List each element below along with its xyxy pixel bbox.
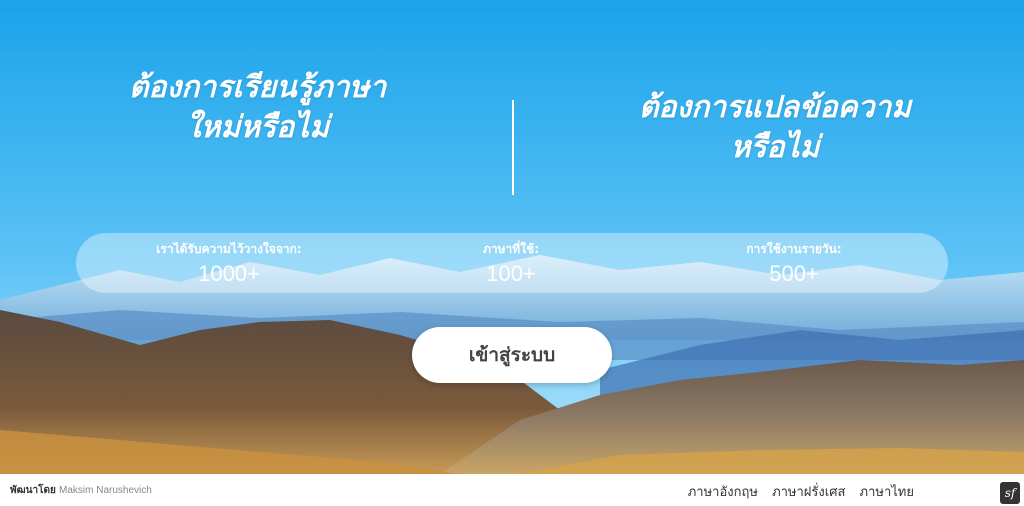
stat-languages: ภาษาที่ใช้: 100+ (366, 233, 656, 287)
language-link-french[interactable]: ภาษาฝรั่งเศส (772, 485, 845, 500)
stat-value: 500+ (769, 261, 819, 286)
language-link-english[interactable]: ภาษาอังกฤษ (688, 485, 758, 500)
language-switcher: ภาษาอังกฤษ ภาษาฝรั่งเศส ภาษาไทย (678, 481, 914, 502)
stat-label: เราได้รับความไว้วางใจจาก: (156, 242, 302, 256)
credit-prefix: พัฒนาโดย (10, 485, 56, 496)
learn-language-headline: ต้องการเรียนรู้ภาษาใหม่หรือไม่ (128, 70, 387, 145)
stat-value: 100+ (486, 261, 536, 286)
login-button[interactable]: เข้าสู่ระบบ (412, 327, 612, 383)
stat-trusted: เราได้รับความไว้วางใจจาก: 1000+ (84, 233, 374, 287)
stat-value: 1000+ (198, 261, 260, 286)
headline-divider (512, 100, 514, 195)
symfony-logo-icon[interactable]: sf (1000, 482, 1020, 504)
language-link-thai[interactable]: ภาษาไทย (860, 485, 914, 500)
hero-section: ต้องการเรียนรู้ภาษาใหม่หรือไม่ ต้องการแป… (0, 0, 1024, 474)
footer: พัฒนาโดย Maksim Narushevich ภาษาอังกฤษ ภ… (0, 474, 1024, 506)
stat-label: ภาษาที่ใช้: (482, 242, 539, 256)
developer-name: Maksim Narushevich (59, 485, 152, 496)
stats-bar: เราได้รับความไว้วางใจจาก: 1000+ ภาษาที่ใ… (76, 233, 948, 293)
developer-credit: พัฒนาโดย Maksim Narushevich (10, 483, 152, 498)
stat-label: การใช้งานรายวัน: (746, 242, 842, 256)
translate-headline: ต้องการแปลข้อความหรือไม่ (638, 90, 912, 165)
stat-daily-usage: การใช้งานรายวัน: 500+ (649, 233, 939, 287)
